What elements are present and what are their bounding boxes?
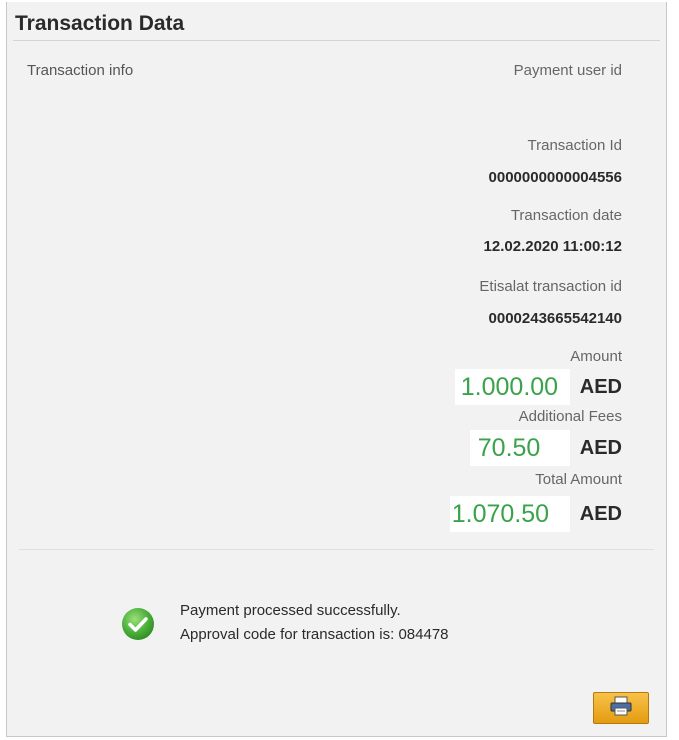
additional-fees-currency: AED: [579, 436, 622, 459]
amount-value: 1.000.00: [454, 369, 570, 405]
amount-row: 1.000.00 AED: [454, 369, 622, 405]
additional-fees-value: 70.50: [469, 430, 570, 466]
page-title: Transaction Data: [15, 12, 185, 35]
amount-currency: AED: [579, 375, 622, 398]
title-divider: [13, 40, 660, 41]
total-amount-label: Total Amount: [535, 471, 622, 488]
total-amount-value: 1.070.50: [449, 496, 570, 532]
total-amount-row: 1.070.50 AED: [449, 496, 622, 532]
transaction-info-label: Transaction info: [27, 62, 134, 79]
total-amount-currency: AED: [579, 502, 622, 525]
transaction-date-label: Transaction date: [510, 207, 622, 224]
etisalat-transaction-id-value: 0000243665542140: [488, 310, 622, 327]
etisalat-transaction-id-label: Etisalat transaction id: [479, 278, 622, 295]
additional-fees-row: 70.50 AED: [469, 430, 622, 466]
transaction-data-panel: Transaction Data Transaction info Paymen…: [6, 2, 667, 737]
print-button[interactable]: [593, 692, 649, 724]
transaction-id-label: Transaction Id: [527, 137, 623, 154]
status-line-1: Payment processed successfully.: [180, 602, 401, 619]
status-message: Payment processed successfully. Approval…: [180, 599, 449, 647]
section-divider: [19, 549, 654, 550]
additional-fees-label: Additional Fees: [518, 408, 622, 425]
check-circle-icon: [121, 607, 155, 641]
status-line-2: Approval code for transaction is: 084478: [180, 626, 449, 643]
amount-label: Amount: [570, 348, 622, 365]
transaction-id-value: 0000000000004556: [488, 169, 622, 186]
transaction-date-value: 12.02.2020 11:00:12: [483, 238, 622, 255]
payment-user-id-label: Payment user id: [513, 62, 622, 79]
printer-icon: [609, 696, 633, 721]
